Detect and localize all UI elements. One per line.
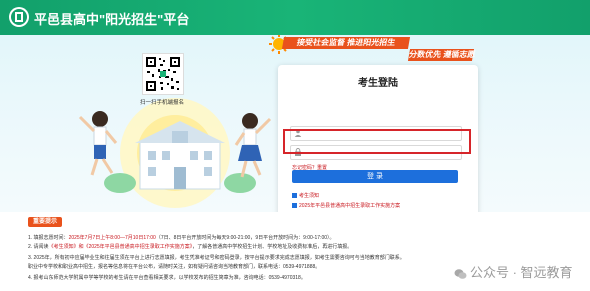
notice-text: 1. 填报志愿时间：: [28, 235, 69, 241]
notice-line-2: 2. 请阅读《考生须知》和《2025年平邑县普通高中招生录取工作实施方案》，了解…: [28, 243, 573, 250]
qr-code: [142, 53, 184, 95]
qr-code-icon: [146, 57, 180, 91]
exam-instructions-link[interactable]: 考生须知: [292, 192, 319, 199]
document-icon: [292, 193, 297, 199]
logo-icon: [9, 7, 29, 27]
watermark-text: 公众号 · 智远教育: [470, 265, 573, 280]
login-button[interactable]: 登 录: [292, 170, 458, 183]
notice-text: ，了解各普通高中学校招生计划、学校地址及收费标准后，再进行填报。: [192, 244, 353, 250]
notice-text: 4. 报考山东师范大学附属中学等学校的考生请在平台查看相关要求，以学校发布的招生…: [28, 275, 306, 281]
site-header: 平邑县高中"阳光招生"平台: [0, 0, 590, 35]
slogan-score-priority: 分数优先 遵循志愿: [407, 49, 477, 61]
notice-highlight[interactable]: 《考生须知》和《2025年平邑县普通高中招生录取工作实施方案》: [49, 244, 193, 250]
notice-text: 3. 2025年，所有初中应届毕业生和往届生须在平台上进行志愿填报，考生凭准考证…: [28, 255, 405, 261]
slogan-supervision: 接受社会监督 推进阳光招生: [281, 37, 411, 49]
notice-line-1: 1. 填报志愿时间：2025年7月7日上午8:00—7月10日17:00（7日、…: [28, 234, 573, 241]
login-title: 考生登陆: [358, 78, 398, 89]
notice-line-3: 3. 2025年，所有初中应届毕业生和往届生须在平台上进行志愿填报，考生凭准考证…: [28, 254, 573, 261]
notice-badge: 重要提示: [28, 217, 63, 227]
document-icon: [292, 203, 297, 209]
notice-text: 2. 请阅读: [28, 244, 49, 250]
highlight-box: [283, 129, 471, 154]
wechat-icon: [454, 268, 467, 279]
admission-plan-link[interactable]: 2025年平邑县普通高中招生录取工作实施方案: [292, 202, 400, 209]
notice-text: 职业中专学校和职业高中招生，报名等信息将在平台公布，请随时关注，如有疑问请咨询当…: [28, 264, 321, 270]
qr-caption: 扫一扫手机端报名: [139, 100, 184, 106]
admission-plan-label: 2025年平邑县普通高中招生录取工作实施方案: [299, 203, 401, 209]
hero-banner: 扫一扫手机端报名 接受社会监督 推进阳光招生 分数优先 遵循志愿 考生登陆 忘记…: [0, 35, 590, 212]
wechat-watermark: 公众号 · 智远教育: [454, 262, 573, 281]
notice-text: （7日、8日平台开放时间为每天9:00-21:00，9日平台开放时间为：9:00…: [155, 235, 335, 241]
site-title: 平邑县高中"阳光招生"平台: [34, 12, 190, 27]
notice-highlight: 2025年7月7日上午8:00—7月10日17:00: [68, 235, 156, 241]
exam-instructions-label: 考生须知: [299, 193, 320, 199]
